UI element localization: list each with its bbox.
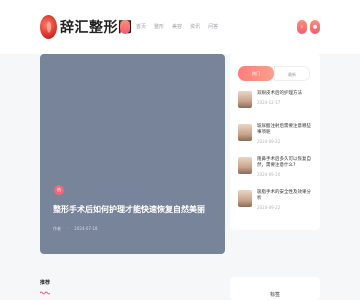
list-item-title[interactable]: 双眼皮术后的护理方法 <box>257 91 313 97</box>
page: 辞汇整形网 首页 整形 美容 资讯 问答 ⌕ ● 热 整形手术后如何护理才能快速… <box>0 0 360 300</box>
tab-hot[interactable]: 热门 <box>238 66 274 81</box>
user-button[interactable]: ● <box>310 20 320 34</box>
sidebar-list: 双眼皮术后的护理方法 2024-12-17 玻尿酸注射后需要注意哪些事项呢 20… <box>238 91 316 223</box>
hero-date: 2024-07-18 <box>74 226 98 231</box>
site-header: 辞汇整形网 首页 整形 美容 资讯 问答 ⌕ ● <box>0 0 360 54</box>
wave-divider-icon <box>40 291 50 295</box>
nav-item-surgery[interactable]: 整形 <box>154 24 164 30</box>
list-item-date: 2024-09-22 <box>257 205 281 210</box>
nav-item-qa[interactable]: 问答 <box>208 24 218 30</box>
sidebar-panel: 热门 最新 双眼皮术后的护理方法 2024-12-17 玻尿酸注射后需要注意哪些… <box>230 54 320 230</box>
thumbnail <box>238 190 252 207</box>
thumbnail <box>238 157 252 174</box>
list-item-title[interactable]: 玻尿酸注射后需要注意哪些事项呢 <box>257 124 313 136</box>
list-item-title[interactable]: 隆鼻手术后多久可以恢复自然，需要注意什么? <box>257 157 313 169</box>
list-item[interactable]: 玻尿酸注射后需要注意哪些事项呢 2024-09-22 <box>238 124 316 157</box>
nav-active-indicator[interactable] <box>120 20 130 34</box>
logo-icon <box>40 15 57 39</box>
nav-item-home[interactable]: 首页 <box>136 24 146 30</box>
nav-item-news[interactable]: 资讯 <box>190 24 200 30</box>
tags-card: 标签 <box>230 277 320 300</box>
section-title: 推荐 <box>40 280 51 286</box>
list-item-title[interactable]: 吸脂手术的安全性及效果分析 <box>257 190 313 202</box>
list-item-date: 2024-09-22 <box>257 139 281 144</box>
nav-item-beauty[interactable]: 美容 <box>172 24 182 30</box>
hero-meta: 作者 · 2024-07-18 <box>53 226 98 232</box>
main-nav: 首页 整形 美容 资讯 问答 <box>136 24 218 30</box>
user-icon: ● <box>312 24 318 30</box>
list-item[interactable]: 隆鼻手术后多久可以恢复自然，需要注意什么? 2024-09-20 <box>238 157 316 190</box>
tab-latest[interactable]: 最新 <box>274 66 310 81</box>
hero-separator: · <box>67 226 69 231</box>
list-item[interactable]: 双眼皮术后的护理方法 2024-12-17 <box>238 91 316 124</box>
list-item-date: 2024-09-20 <box>257 172 281 177</box>
thumbnail <box>238 91 252 108</box>
hero-badge: 热 <box>54 185 64 195</box>
tags-card-title: 标签 <box>269 292 280 298</box>
hero-banner[interactable]: 热 整形手术后如何护理才能快速恢复自然美丽 作者 · 2024-07-18 <box>40 54 225 254</box>
thumbnail <box>238 124 252 141</box>
hero-author: 作者 <box>53 226 61 231</box>
hero-title[interactable]: 整形手术后如何护理才能快速恢复自然美丽 <box>53 204 213 216</box>
list-item-date: 2024-12-17 <box>257 100 281 105</box>
search-button[interactable]: ⌕ <box>297 20 307 34</box>
site-logo[interactable]: 辞汇整形网 <box>40 15 133 39</box>
list-item[interactable]: 吸脂手术的安全性及效果分析 2024-09-22 <box>238 190 316 223</box>
sidebar-tabs: 热门 最新 <box>238 66 310 81</box>
search-icon: ⌕ <box>300 24 304 30</box>
